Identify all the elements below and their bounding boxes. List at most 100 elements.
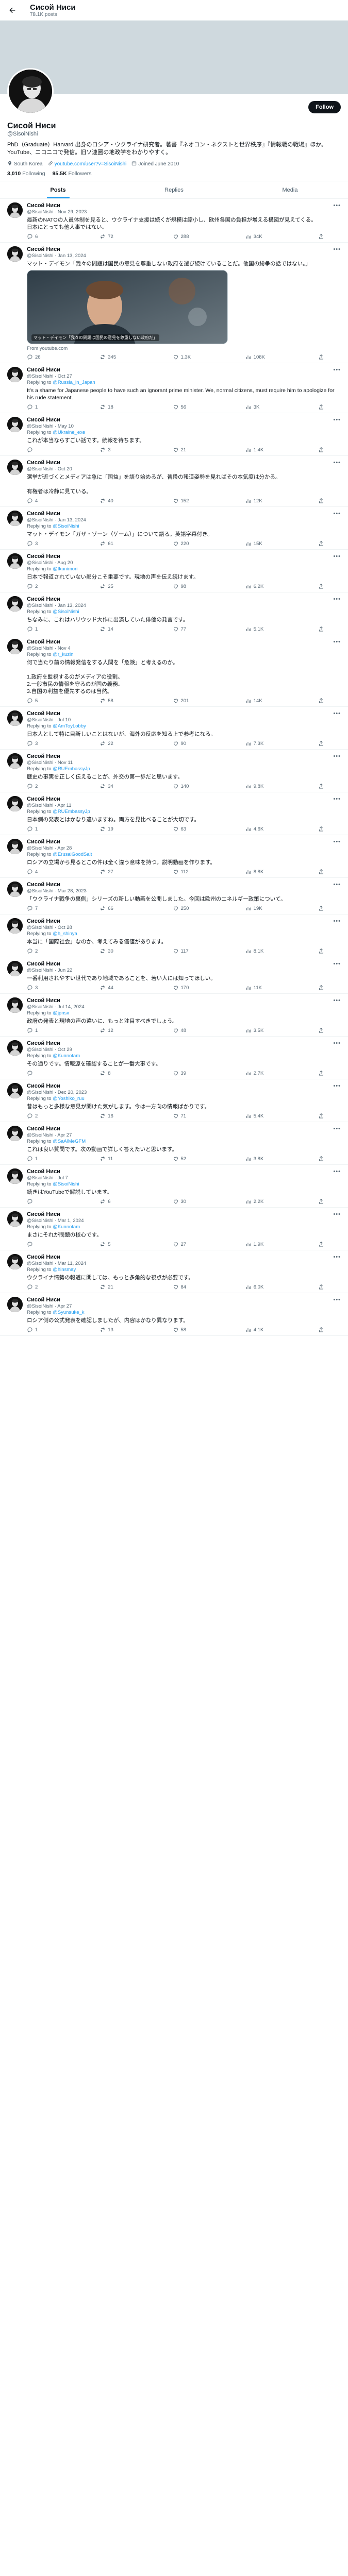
profile-avatar[interactable] <box>7 68 54 114</box>
share-button[interactable] <box>318 948 339 954</box>
views-button[interactable]: 4.1K <box>245 1327 266 1333</box>
post-handle-date[interactable]: @SisoiNishi · Oct 27 <box>27 374 72 380</box>
website-item[interactable]: youtube.com/user?v=SisoiNishi <box>48 161 126 167</box>
views-button[interactable]: 8.1K <box>245 948 266 954</box>
post-handle-date[interactable]: @SisoiNishi · May 10 <box>27 423 74 430</box>
repost-button[interactable]: 14 <box>100 626 120 632</box>
share-button[interactable] <box>318 1198 339 1205</box>
post-avatar[interactable] <box>7 1040 23 1056</box>
post[interactable]: Сисой Ниси @SisoiNishi · Oct 29 ••• Repl… <box>0 1037 348 1079</box>
repost-button[interactable]: 34 <box>100 783 120 789</box>
like-button[interactable]: 112 <box>173 869 193 875</box>
like-button[interactable]: 98 <box>173 583 193 589</box>
post-avatar[interactable] <box>7 511 23 526</box>
repost-button[interactable]: 40 <box>100 498 120 504</box>
share-button[interactable] <box>318 905 339 911</box>
more-options-icon[interactable]: ••• <box>333 1297 341 1303</box>
repost-button[interactable]: 19 <box>100 826 120 832</box>
more-options-icon[interactable]: ••• <box>333 1083 341 1089</box>
reply-to-handle[interactable]: @h_shinya <box>53 931 77 937</box>
post-author-name[interactable]: Сисой Ниси <box>27 367 72 374</box>
like-button[interactable]: 56 <box>173 404 193 410</box>
reply-to-handle[interactable]: @RUEmbassyJp <box>53 766 90 772</box>
repost-button[interactable]: 3 <box>100 447 120 453</box>
more-options-icon[interactable]: ••• <box>333 753 341 759</box>
share-button[interactable] <box>318 1070 339 1076</box>
post-avatar[interactable] <box>7 961 23 976</box>
post-avatar[interactable] <box>7 460 23 475</box>
post-handle-date[interactable]: @SisoiNishi · Jun 22 <box>27 968 72 974</box>
repost-button[interactable]: 30 <box>100 948 120 954</box>
views-button[interactable]: 3K <box>245 404 266 410</box>
post-avatar[interactable] <box>7 246 23 262</box>
post-author-name[interactable]: Сисой Ниси <box>27 710 71 717</box>
post-author-name[interactable]: Сисой Ниси <box>27 753 73 760</box>
repost-button[interactable]: 61 <box>100 540 120 547</box>
reply-to-handle[interactable]: @AmToyLobby <box>53 723 86 729</box>
reply-to-handle[interactable]: @SisoiNishi <box>53 523 79 529</box>
reply-button[interactable]: 1 <box>27 1327 47 1333</box>
back-arrow-icon[interactable] <box>7 5 18 15</box>
post[interactable]: Сисой Ниси @SisoiNishi · Dec 20, 2023 ••… <box>0 1079 348 1122</box>
reply-button[interactable]: 6 <box>27 233 47 240</box>
more-options-icon[interactable]: ••• <box>333 1126 341 1132</box>
more-options-icon[interactable]: ••• <box>333 997 341 1004</box>
post-avatar[interactable] <box>7 202 23 218</box>
post-author-name[interactable]: Сисой Ниси <box>27 202 87 209</box>
more-options-icon[interactable]: ••• <box>333 639 341 645</box>
post-avatar[interactable] <box>7 417 23 432</box>
post[interactable]: Сисой Ниси @SisoiNishi · Aug 20 ••• Repl… <box>0 550 348 592</box>
reply-button[interactable]: 2 <box>27 783 47 789</box>
more-options-icon[interactable]: ••• <box>333 553 341 560</box>
post-handle-date[interactable]: @SisoiNishi · Apr 11 <box>27 803 72 809</box>
views-button[interactable]: 14K <box>245 698 266 704</box>
post-author-name[interactable]: Сисой Ниси <box>27 1297 72 1303</box>
share-button[interactable] <box>318 1327 339 1333</box>
tab-replies[interactable]: Replies <box>116 181 232 198</box>
more-options-icon[interactable]: ••• <box>333 1254 341 1260</box>
share-button[interactable] <box>318 783 339 789</box>
like-button[interactable]: 250 <box>173 905 193 911</box>
post-avatar[interactable] <box>7 796 23 811</box>
post-avatar[interactable] <box>7 997 23 1013</box>
share-button[interactable] <box>318 626 339 632</box>
repost-button[interactable]: 16 <box>100 1113 120 1119</box>
post-handle-date[interactable]: @SisoiNishi · Nov 11 <box>27 760 73 766</box>
post-handle-date[interactable]: @SisoiNishi · Jul 10 <box>27 717 71 723</box>
views-button[interactable]: 2.2K <box>245 1198 266 1205</box>
post-avatar[interactable] <box>7 1168 23 1184</box>
views-button[interactable]: 108K <box>245 354 266 360</box>
reply-to-handle[interactable]: @Syunsuke_k <box>53 1310 84 1315</box>
repost-button[interactable]: 25 <box>100 583 120 589</box>
repost-button[interactable]: 27 <box>100 869 120 875</box>
post-avatar[interactable] <box>7 596 23 612</box>
repost-button[interactable]: 58 <box>100 698 120 704</box>
post-handle-date[interactable]: @SisoiNishi · Oct 20 <box>27 466 72 472</box>
post-avatar[interactable] <box>7 918 23 934</box>
reply-button[interactable]: 2 <box>27 1113 47 1119</box>
post-avatar[interactable] <box>7 1126 23 1141</box>
post[interactable]: Сисой Ниси @SisoiNishi · Oct 20 ••• 選挙が近… <box>0 456 348 507</box>
post-handle-date[interactable]: @SisoiNishi · Jan 13, 2024 <box>27 517 86 523</box>
repost-button[interactable]: 5 <box>100 1241 120 1247</box>
post-handle-date[interactable]: @SisoiNishi · Oct 29 <box>27 1047 72 1053</box>
more-options-icon[interactable]: ••• <box>333 246 341 252</box>
reply-button[interactable]: 1 <box>27 404 47 410</box>
reply-button[interactable]: 3 <box>27 985 47 991</box>
post-handle-date[interactable]: @SisoiNishi · Jan 13, 2024 <box>27 253 86 259</box>
more-options-icon[interactable]: ••• <box>333 460 341 466</box>
post-author-name[interactable]: Сисой Ниси <box>27 1083 87 1090</box>
post[interactable]: Сисой Ниси @SisoiNishi · Oct 27 ••• Repl… <box>0 363 348 413</box>
more-options-icon[interactable]: ••• <box>333 367 341 373</box>
reply-button[interactable] <box>27 1198 47 1205</box>
reply-to-handle[interactable]: @ErusaiGoodSalt <box>53 852 92 857</box>
post-author-name[interactable]: Сисой Ниси <box>27 553 73 560</box>
post[interactable]: Сисой Ниси @SisoiNishi · Jun 22 ••• 一番利用… <box>0 957 348 994</box>
post-handle-date[interactable]: @SisoiNishi · Jul 7 <box>27 1175 68 1181</box>
post-handle-date[interactable]: @SisoiNishi · Jan 13, 2024 <box>27 603 86 609</box>
share-button[interactable] <box>318 233 339 240</box>
reply-to-handle[interactable]: @SisoiNishi <box>53 609 79 615</box>
more-options-icon[interactable]: ••• <box>333 511 341 517</box>
share-button[interactable] <box>318 698 339 704</box>
post-link-source[interactable]: From youtube.com <box>27 346 341 351</box>
